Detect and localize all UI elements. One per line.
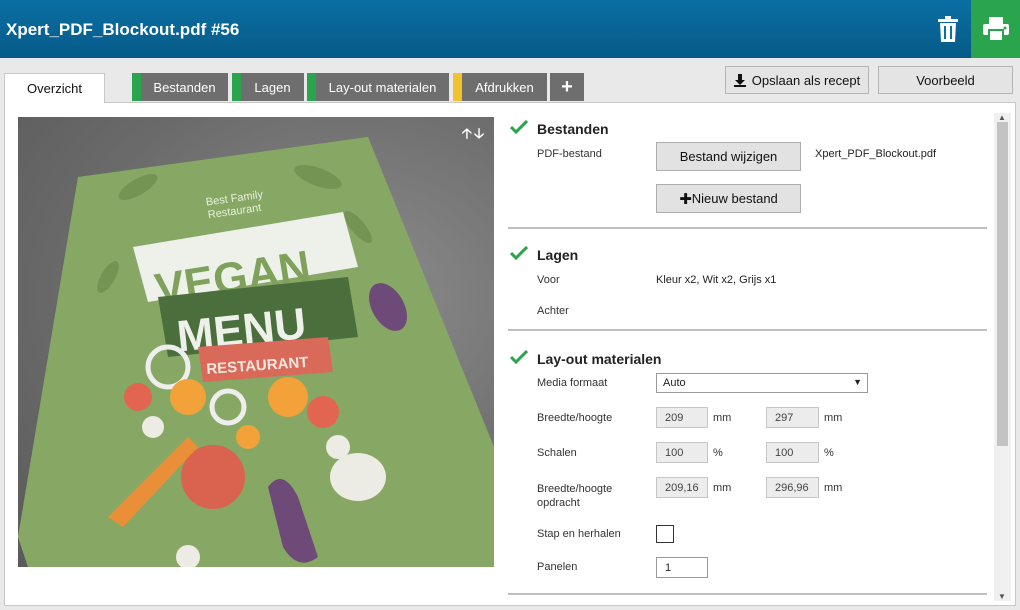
size-label: Breedte/hoogte (537, 412, 613, 424)
tab-layers-label: Lagen (254, 79, 291, 95)
front-layers-value: Kleur x2, Wit x2, Grijs x1 (656, 274, 777, 286)
check-icon (510, 350, 528, 364)
check-icon (510, 120, 528, 134)
pdf-file-name: Xpert_PDF_Blockout.pdf (815, 148, 937, 160)
job-title: Xpert_PDF_Blockout.pdf #56 (6, 20, 240, 39)
panels-field[interactable]: 1 (656, 557, 708, 578)
printer-icon (982, 17, 1009, 41)
tab-layers[interactable]: Lagen (232, 73, 304, 101)
scale-label: Schalen (537, 447, 577, 459)
save-recipe-label: Opslaan als recept (751, 72, 861, 88)
preview-label: Voorbeeld (916, 72, 975, 88)
unit-label: mm (824, 412, 843, 424)
status-marker (307, 73, 316, 101)
vertical-scrollbar[interactable]: ▲ ▼ (994, 113, 1011, 601)
status-marker (453, 73, 462, 101)
step-repeat-label: Stap en herhalen (537, 528, 621, 540)
section-divider (508, 227, 987, 229)
download-icon (733, 73, 746, 87)
section-divider (508, 593, 987, 595)
section-divider (508, 329, 987, 331)
tab-layout-label: Lay-out materialen (328, 79, 437, 95)
back-label: Achter (537, 305, 569, 317)
height-field[interactable]: 297 (766, 407, 819, 428)
media-format-select[interactable]: Auto ▼ (656, 373, 868, 393)
job-height-field[interactable]: 296,96 (766, 477, 819, 498)
status-marker (232, 73, 241, 101)
plus-icon: + (561, 75, 573, 98)
tab-files-label: Bestanden (153, 79, 216, 95)
tab-files[interactable]: Bestanden (132, 73, 228, 101)
scroll-thumb[interactable] (997, 122, 1008, 446)
media-format-value: Auto (663, 377, 686, 389)
tab-overview[interactable]: Overzicht (4, 73, 105, 103)
add-tab-button[interactable]: + (550, 73, 584, 101)
pdf-file-label: PDF-bestand (537, 148, 602, 160)
width-field[interactable]: 209 (656, 407, 708, 428)
trash-icon (938, 16, 958, 42)
unit-label: % (713, 447, 723, 459)
new-file-label: Nieuw bestand (691, 191, 778, 206)
plus-icon: ✚ (679, 190, 692, 208)
tab-layout[interactable]: Lay-out materialen (307, 73, 449, 101)
tab-overview-label: Overzicht (27, 81, 82, 96)
print-button[interactable] (971, 0, 1020, 58)
media-format-label: Media formaat (537, 377, 608, 389)
job-width-field[interactable]: 209,16 (656, 477, 708, 498)
section-title-layers: Lagen (537, 247, 579, 263)
tab-print[interactable]: Afdrukken (453, 73, 547, 101)
section-title-files: Bestanden (537, 121, 609, 137)
scale-y-field[interactable]: 100 (766, 442, 819, 463)
unit-label: mm (713, 482, 732, 494)
menu-artwork: Best Family Restaurant VEGAN MENU RESTAU… (18, 137, 494, 567)
change-file-button[interactable]: Bestand wijzigen (656, 142, 801, 171)
chevron-down-icon: ▼ (853, 377, 862, 387)
new-file-button[interactable]: ✚ Nieuw bestand (656, 184, 801, 213)
scale-x-field[interactable]: 100 (656, 442, 708, 463)
section-title-layout: Lay-out materialen (537, 351, 662, 367)
unit-label: % (824, 447, 834, 459)
unit-label: mm (713, 412, 732, 424)
check-icon (510, 246, 528, 260)
scroll-down-icon[interactable]: ▼ (998, 592, 1006, 601)
panels-label: Panelen (537, 561, 578, 573)
document-preview: Best Family Restaurant VEGAN MENU RESTAU… (18, 117, 494, 567)
job-size-label: Breedte/hoogte opdracht (537, 483, 613, 509)
tab-print-label: Afdrukken (475, 79, 534, 95)
app-header: Xpert_PDF_Blockout.pdf #56 (0, 0, 1020, 58)
preview-button[interactable]: Voorbeeld (878, 66, 1013, 94)
save-recipe-button[interactable]: Opslaan als recept (725, 66, 869, 94)
status-marker (132, 73, 141, 101)
scroll-up-icon[interactable]: ▲ (998, 113, 1006, 122)
unit-label: mm (824, 482, 843, 494)
swap-arrows-icon[interactable]: 🡡🡣 (462, 123, 486, 147)
delete-button[interactable] (926, 0, 970, 58)
step-repeat-checkbox[interactable] (656, 525, 674, 543)
front-label: Voor (537, 274, 560, 286)
